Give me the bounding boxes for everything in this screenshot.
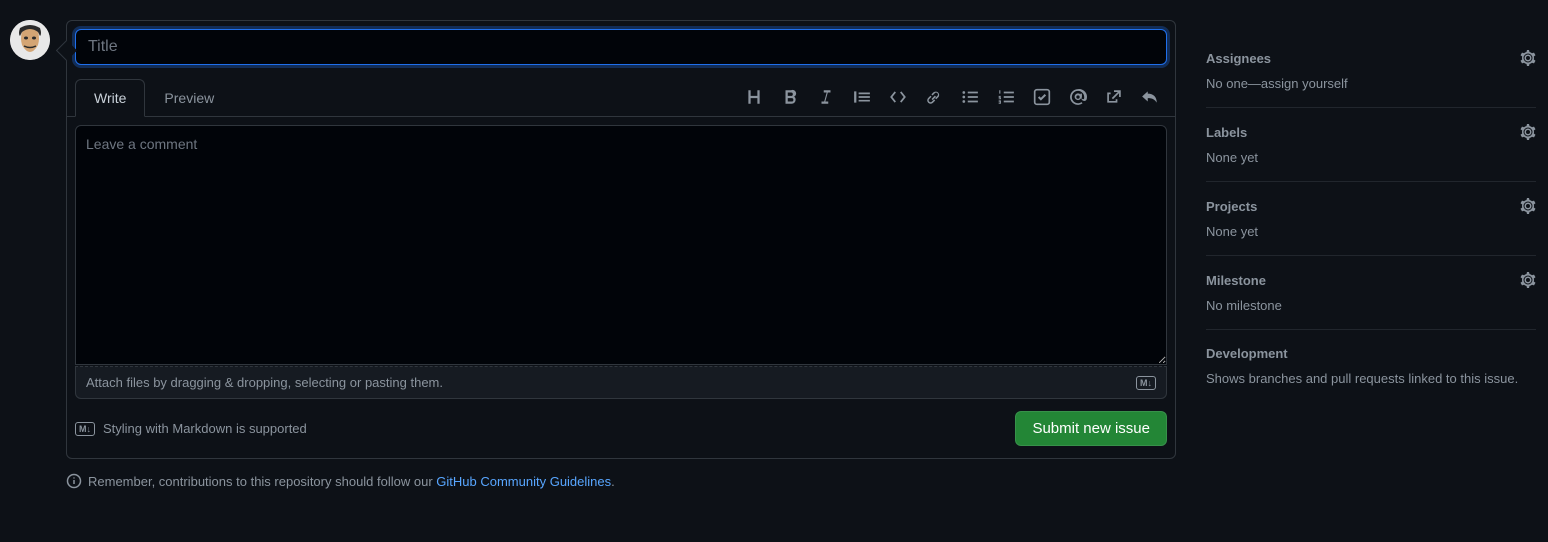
markdown-badge-icon[interactable]: M↓ [1136,376,1156,390]
bold-icon[interactable] [781,88,799,106]
gear-icon [1520,198,1536,214]
issue-title-input[interactable] [75,29,1167,65]
cross-reference-icon[interactable] [1105,88,1123,106]
code-icon[interactable] [889,88,907,106]
markdown-support-link[interactable]: M↓ Styling with Markdown is supported [75,421,307,436]
unordered-list-icon[interactable] [961,88,979,106]
issue-comment-textarea[interactable] [75,125,1167,365]
gear-icon [1520,124,1536,140]
reply-icon[interactable] [1141,88,1159,106]
mention-icon[interactable] [1069,88,1087,106]
assign-yourself-link[interactable]: assign yourself [1261,76,1348,91]
projects-value: None yet [1206,224,1536,239]
markdown-toolbar [745,88,1167,116]
user-avatar[interactable] [10,20,50,60]
projects-header[interactable]: Projects [1206,198,1536,214]
write-tab[interactable]: Write [75,79,145,117]
issue-sidebar: Assignees No one—assign yourself Labels … [1206,20,1536,489]
gear-icon [1520,272,1536,288]
editor-tabs: Write Preview [75,79,233,116]
ordered-list-icon[interactable] [997,88,1015,106]
italic-icon[interactable] [817,88,835,106]
link-icon[interactable] [925,88,943,106]
community-guidelines-link[interactable]: GitHub Community Guidelines [436,474,611,489]
labels-value: None yet [1206,150,1536,165]
labels-header[interactable]: Labels [1206,124,1536,140]
markdown-icon: M↓ [75,422,95,436]
issue-form: Write Preview [66,20,1176,459]
info-icon [66,473,82,489]
tasklist-icon[interactable] [1033,88,1051,106]
contribution-guidelines: Remember, contributions to this reposito… [66,473,1176,489]
attach-label: Attach files by dragging & dropping, sel… [86,375,443,390]
heading-icon[interactable] [745,88,763,106]
assignees-header[interactable]: Assignees [1206,50,1536,66]
milestone-value: No milestone [1206,298,1536,313]
preview-tab[interactable]: Preview [145,79,233,117]
quote-icon[interactable] [853,88,871,106]
assignees-value: No one—assign yourself [1206,76,1536,91]
attach-files-bar[interactable]: Attach files by dragging & dropping, sel… [75,366,1167,399]
development-header: Development [1206,346,1536,361]
milestone-header[interactable]: Milestone [1206,272,1536,288]
submit-issue-button[interactable]: Submit new issue [1015,411,1167,446]
gear-icon [1520,50,1536,66]
development-value: Shows branches and pull requests linked … [1206,371,1536,386]
